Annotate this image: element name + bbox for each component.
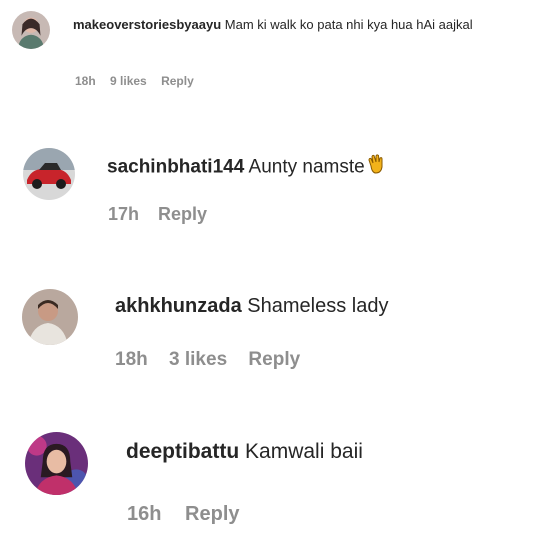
user-avatar[interactable]	[25, 432, 88, 495]
comment-text-block: deeptibattu Kamwali baii	[126, 439, 531, 465]
comment-text-block: makeoverstoriesbyaayu Mam ki walk ko pat…	[73, 15, 531, 34]
reply-button[interactable]: Reply	[248, 349, 300, 371]
comment-likes[interactable]: 3 likes	[169, 349, 227, 371]
comment-text: Aunty namste	[248, 156, 365, 178]
reply-button[interactable]: Reply	[161, 74, 194, 88]
comment-timestamp: 16h	[127, 503, 162, 525]
reply-button[interactable]: Reply	[158, 204, 207, 225]
comment-meta: 16h Reply	[127, 503, 258, 526]
comment-timestamp: 17h	[108, 204, 140, 224]
avatar-photo	[22, 289, 78, 345]
comment-text: Shameless lady	[247, 295, 389, 317]
comment-meta: 17h Reply	[108, 204, 221, 225]
comment-likes[interactable]: 9 likes	[110, 74, 147, 88]
comment-timestamp: 18h	[115, 349, 148, 370]
comment-username[interactable]: makeoverstoriesbyaayu	[73, 17, 221, 32]
comment-text-block: sachinbhati144 Aunty namste	[107, 152, 531, 183]
comment-text: Mam ki walk ko pata nhi kya hua hAi aajk…	[224, 17, 473, 32]
avatar-photo	[25, 432, 88, 495]
comment-meta: 18h 9 likes Reply	[75, 74, 205, 88]
user-avatar[interactable]	[12, 11, 50, 49]
clapping-hands-icon	[365, 152, 389, 183]
reply-button[interactable]: Reply	[185, 503, 239, 526]
comment-text-block: akhkhunzada Shameless lady	[115, 294, 531, 318]
avatar-photo	[23, 148, 75, 200]
comment-text: Kamwali baii	[245, 440, 363, 463]
user-avatar[interactable]	[23, 148, 75, 200]
comment-timestamp: 18h	[75, 74, 96, 88]
avatar-photo	[12, 11, 50, 49]
comment-username[interactable]: akhkhunzada	[115, 295, 242, 317]
user-avatar[interactable]	[22, 289, 78, 345]
comment-username[interactable]: deeptibattu	[126, 440, 239, 463]
comment-meta: 18h 3 likes Reply	[115, 349, 316, 371]
comment-username[interactable]: sachinbhati144	[107, 157, 244, 178]
